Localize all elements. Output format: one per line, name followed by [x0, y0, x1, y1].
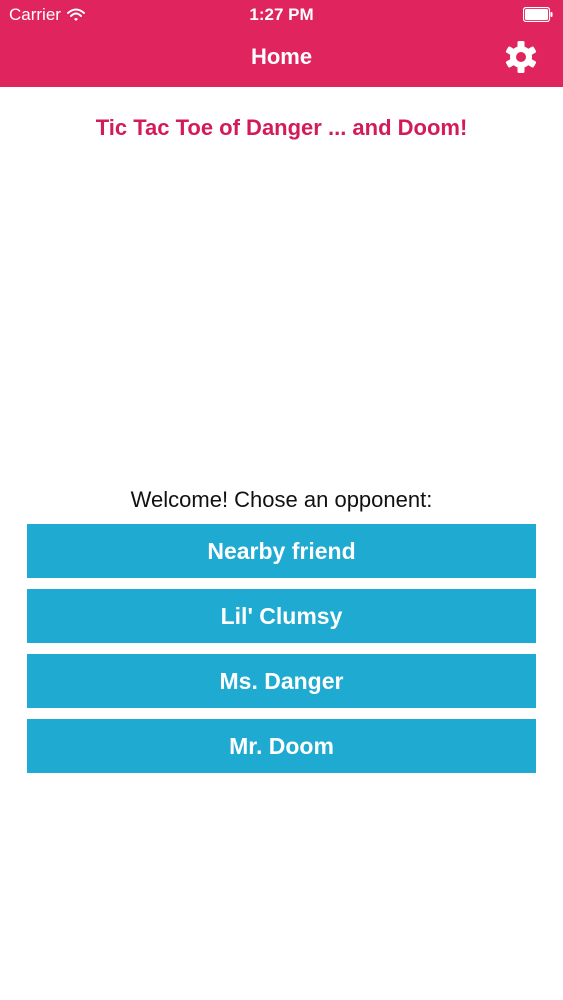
mr-doom-button[interactable]: Mr. Doom [27, 719, 536, 773]
gear-icon[interactable] [504, 40, 538, 74]
battery-icon [523, 7, 553, 22]
nav-bar: Home [0, 30, 563, 87]
status-time: 1:27 PM [249, 5, 314, 24]
ms-danger-button[interactable]: Ms. Danger [27, 654, 536, 708]
status-bar: Carrier 1:27 PM [0, 0, 563, 30]
lil-clumsy-button[interactable]: Lil' Clumsy [27, 589, 536, 643]
opponent-prompt: Welcome! Chose an opponent: [130, 487, 433, 512]
app-header: Carrier 1:27 PM Home [0, 0, 563, 87]
nearby-friend-button[interactable]: Nearby friend [27, 524, 536, 578]
nav-title: Home [250, 44, 313, 69]
app-title: Tic Tac Toe of Danger ... and Doom! [95, 115, 468, 140]
opponent-list: Nearby friend Lil' Clumsy Ms. Danger Mr.… [27, 524, 536, 784]
